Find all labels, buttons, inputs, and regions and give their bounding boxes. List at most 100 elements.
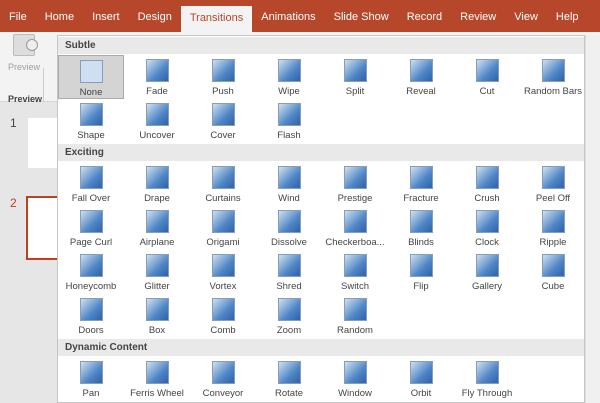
transition-label: Curtains [205,193,241,204]
transition-label: Split [345,86,365,97]
uncover-icon [145,103,169,126]
transition-label: Push [212,86,234,97]
transition-orbit[interactable]: Orbit [388,357,454,401]
tab-help[interactable]: Help [547,0,588,32]
transition-fly-through[interactable]: Fly Through [454,357,520,401]
random-icon [343,298,367,321]
transition-cut[interactable]: Cut [454,55,520,99]
tab-view[interactable]: View [505,0,547,32]
checkerboa-icon [343,210,367,233]
fracture-icon [409,166,433,189]
airplane-icon [145,210,169,233]
transition-none[interactable]: None [58,55,124,99]
transition-pan[interactable]: Pan [58,357,124,401]
transition-wipe[interactable]: Wipe [256,55,322,99]
transition-glitter[interactable]: Glitter [124,250,190,294]
transition-label: Flash [277,130,301,141]
transition-uncover[interactable]: Uncover [124,99,190,143]
wind-icon [277,166,301,189]
transition-peel-off[interactable]: Peel Off [520,162,586,206]
transition-comb[interactable]: Comb [190,294,256,338]
blinds-icon [409,210,433,233]
curtains-icon [211,166,235,189]
transition-ferris-wheel[interactable]: Ferris Wheel [124,357,190,401]
slide-number: 1 [10,116,17,130]
scrollbar[interactable] [585,35,600,403]
transition-label: Shape [77,130,105,141]
transition-blinds[interactable]: Blinds [388,206,454,250]
cut-icon [475,59,499,82]
page-curl-icon [79,210,103,233]
fly-through-icon [475,361,499,384]
cover-icon [211,103,235,126]
transition-airplane[interactable]: Airplane [124,206,190,250]
transition-ripple[interactable]: Ripple [520,206,586,250]
transition-grid: Pan Ferris Wheel Conveyor Rotate Window Orbit… [58,357,584,401]
preview-icon [13,34,38,56]
transition-honeycomb[interactable]: Honeycomb [58,250,124,294]
transition-switch[interactable]: Switch [322,250,388,294]
transition-wind[interactable]: Wind [256,162,322,206]
transition-drape[interactable]: Drape [124,162,190,206]
transition-page-curl[interactable]: Page Curl [58,206,124,250]
transition-reveal[interactable]: Reveal [388,55,454,99]
transition-window[interactable]: Window [322,357,388,401]
transition-crush[interactable]: Crush [454,162,520,206]
transition-label: Clock [475,237,499,248]
transition-label: Drape [144,193,170,204]
transition-gallery[interactable]: Gallery [454,250,520,294]
transition-label: Honeycomb [65,281,117,292]
preview-button[interactable]: Preview [4,34,44,72]
transition-random-bars[interactable]: Random Bars [520,55,586,99]
tab-home[interactable]: Home [36,0,83,32]
transition-vortex[interactable]: Vortex [190,250,256,294]
transition-clock[interactable]: Clock [454,206,520,250]
transition-random[interactable]: Random [322,294,388,338]
transition-cube[interactable]: Cube [520,250,586,294]
shape-icon [79,103,103,126]
transition-origami[interactable]: Origami [190,206,256,250]
transition-box[interactable]: Box [124,294,190,338]
transition-label: Dissolve [271,237,307,248]
transition-conveyor[interactable]: Conveyor [190,357,256,401]
tab-insert[interactable]: Insert [83,0,129,32]
clock-icon [475,210,499,233]
tab-slide-show[interactable]: Slide Show [325,0,398,32]
transition-shred[interactable]: Shred [256,250,322,294]
rotate-icon [277,361,301,384]
transition-label: Ferris Wheel [130,388,184,399]
section-header: Exciting [58,144,584,161]
transition-dissolve[interactable]: Dissolve [256,206,322,250]
tab-animations[interactable]: Animations [252,0,324,32]
transition-flip[interactable]: Flip [388,250,454,294]
transition-zoom[interactable]: Zoom [256,294,322,338]
transition-fade[interactable]: Fade [124,55,190,99]
transition-prestige[interactable]: Prestige [322,162,388,206]
transition-checkerboa[interactable]: Checkerboa... [322,206,388,250]
transition-fall-over[interactable]: Fall Over [58,162,124,206]
transition-label: Doors [78,325,104,336]
section-header: Subtle [58,37,584,54]
transition-fracture[interactable]: Fracture [388,162,454,206]
tab-review[interactable]: Review [451,0,505,32]
transition-label: Ripple [539,237,567,248]
transition-label: Conveyor [202,388,244,399]
transition-doors[interactable]: Doors [58,294,124,338]
tab-design[interactable]: Design [129,0,181,32]
transition-cover[interactable]: Cover [190,99,256,143]
tab-transitions[interactable]: Transitions [180,6,253,32]
transition-split[interactable]: Split [322,55,388,99]
transition-push[interactable]: Push [190,55,256,99]
transition-flash[interactable]: Flash [256,99,322,143]
pan-icon [79,361,103,384]
dissolve-icon [277,210,301,233]
transition-curtains[interactable]: Curtains [190,162,256,206]
wipe-icon [277,59,301,82]
transition-label: Peel Off [535,193,571,204]
tab-file[interactable]: File [0,0,36,32]
transition-label: Page Curl [69,237,113,248]
transition-label: Glitter [144,281,170,292]
transition-rotate[interactable]: Rotate [256,357,322,401]
transition-shape[interactable]: Shape [58,99,124,143]
tab-record[interactable]: Record [398,0,451,32]
